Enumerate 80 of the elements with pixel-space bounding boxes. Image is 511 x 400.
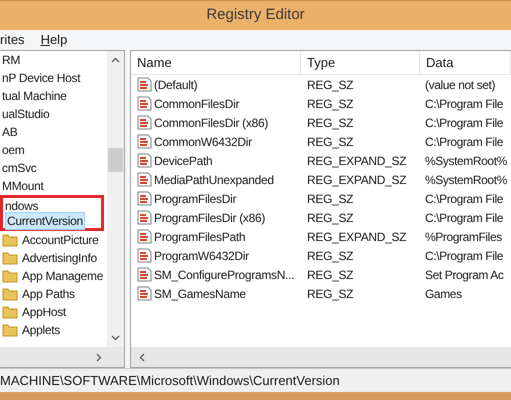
vertical-scrollbar[interactable] [107, 51, 124, 347]
string-value-icon [137, 96, 152, 111]
string-value-icon [137, 134, 152, 149]
string-value-icon [137, 210, 152, 225]
tree-item[interactable]: AdvertisingInfo [20, 249, 99, 267]
window-title: Registry Editor [206, 5, 305, 26]
tree-item[interactable]: AB [0, 123, 20, 141]
folder-icon [2, 305, 18, 319]
value-name[interactable]: CommonFilesDir [154, 94, 240, 112]
folder-icon [2, 233, 18, 247]
value-name[interactable]: ProgramW6432Dir [154, 246, 249, 264]
value-type: REG_SZ [307, 286, 354, 300]
horizontal-scrollbar[interactable] [131, 347, 511, 367]
scrollbar-thumb[interactable] [108, 148, 123, 172]
value-data: Set Program Ac [424, 266, 504, 284]
folder-icon [2, 251, 18, 265]
value-type: REG_SZ [307, 96, 354, 110]
tree-item[interactable]: nP Device Host [0, 69, 82, 87]
column-header[interactable]: Data [420, 51, 511, 74]
column-header[interactable]: Name [131, 51, 301, 74]
horizontal-scrollbar[interactable] [0, 347, 124, 367]
folder-icon [2, 287, 18, 301]
string-value-icon [137, 267, 152, 282]
tree-item[interactable]: AccountPicture [20, 231, 101, 249]
string-value-icon [137, 286, 152, 301]
tree-item[interactable]: cmSvc [0, 159, 39, 177]
menu-item[interactable]: Help [40, 30, 68, 50]
tree-item[interactable]: App Paths [20, 285, 77, 303]
value-type: REG_SZ [307, 78, 354, 92]
folder-icon [2, 323, 18, 337]
string-value-icon [137, 77, 152, 92]
tree-item[interactable]: MMount [0, 177, 46, 195]
value-type: REG_EXPAND_SZ [307, 230, 406, 244]
string-value-icon [137, 229, 152, 244]
folder-icon [2, 269, 18, 283]
value-data: C:\Program File [424, 248, 504, 264]
value-type: REG_SZ [307, 248, 354, 262]
string-value-icon [137, 153, 152, 168]
value-name[interactable]: SM_GamesName [154, 284, 246, 302]
value-type: REG_EXPAND_SZ [307, 172, 406, 186]
value-name[interactable]: ProgramFilesDir (x86) [154, 208, 266, 226]
value-data: %SystemRoot% [424, 152, 507, 170]
menu-item[interactable]: rites [0, 30, 25, 50]
value-name[interactable]: (Default) [154, 76, 198, 94]
value-name[interactable]: MediaPathUnexpanded [154, 170, 274, 188]
value-name[interactable]: ProgramFilesDir [154, 190, 236, 208]
value-type: REG_SZ [307, 210, 354, 224]
tree-item[interactable]: Applets [20, 321, 62, 339]
value-type: REG_SZ [307, 192, 354, 206]
value-name[interactable]: CommonW6432Dir [154, 132, 252, 150]
value-name[interactable]: SM_ConfigureProgramsN... [154, 266, 294, 284]
tree-item[interactable]: RM [0, 51, 22, 69]
value-data: C:\Program File [424, 210, 504, 226]
value-data: C:\Program File [424, 134, 504, 150]
value-data: %SystemRoot% [424, 172, 507, 188]
tree-item[interactable]: tual Machine [0, 87, 68, 105]
value-name[interactable]: ProgramFilesPath [154, 228, 246, 246]
value-data: %ProgramFiles [424, 228, 502, 246]
value-type: REG_SZ [307, 116, 354, 130]
tree-item[interactable]: oem [0, 141, 26, 159]
tree-item[interactable]: ualStudio [0, 105, 52, 123]
column-header[interactable]: Type [301, 51, 420, 74]
string-value-icon [137, 248, 152, 263]
value-data: (value not set) [424, 76, 496, 94]
value-data: C:\Program File [424, 114, 504, 132]
string-value-icon [137, 191, 152, 206]
tree-item[interactable]: CurrentVersion [5, 212, 85, 230]
tree-item[interactable]: App Manageme [20, 267, 106, 285]
string-value-icon [137, 172, 152, 187]
registry-path: MACHINE\SOFTWARE\Microsoft\Windows\CurrentVersion [0, 372, 340, 390]
value-type: REG_EXPAND_SZ [307, 154, 406, 168]
string-value-icon [137, 115, 152, 130]
value-data: C:\Program File [424, 190, 504, 208]
value-type: REG_SZ [307, 268, 354, 282]
value-name[interactable]: CommonFilesDir (x86) [154, 114, 268, 132]
tree-item[interactable]: AppHost [20, 303, 68, 321]
value-data: Games [424, 286, 462, 302]
value-type: REG_SZ [307, 134, 354, 148]
value-data: C:\Program File [424, 96, 504, 112]
value-name[interactable]: DevicePath [154, 152, 212, 170]
